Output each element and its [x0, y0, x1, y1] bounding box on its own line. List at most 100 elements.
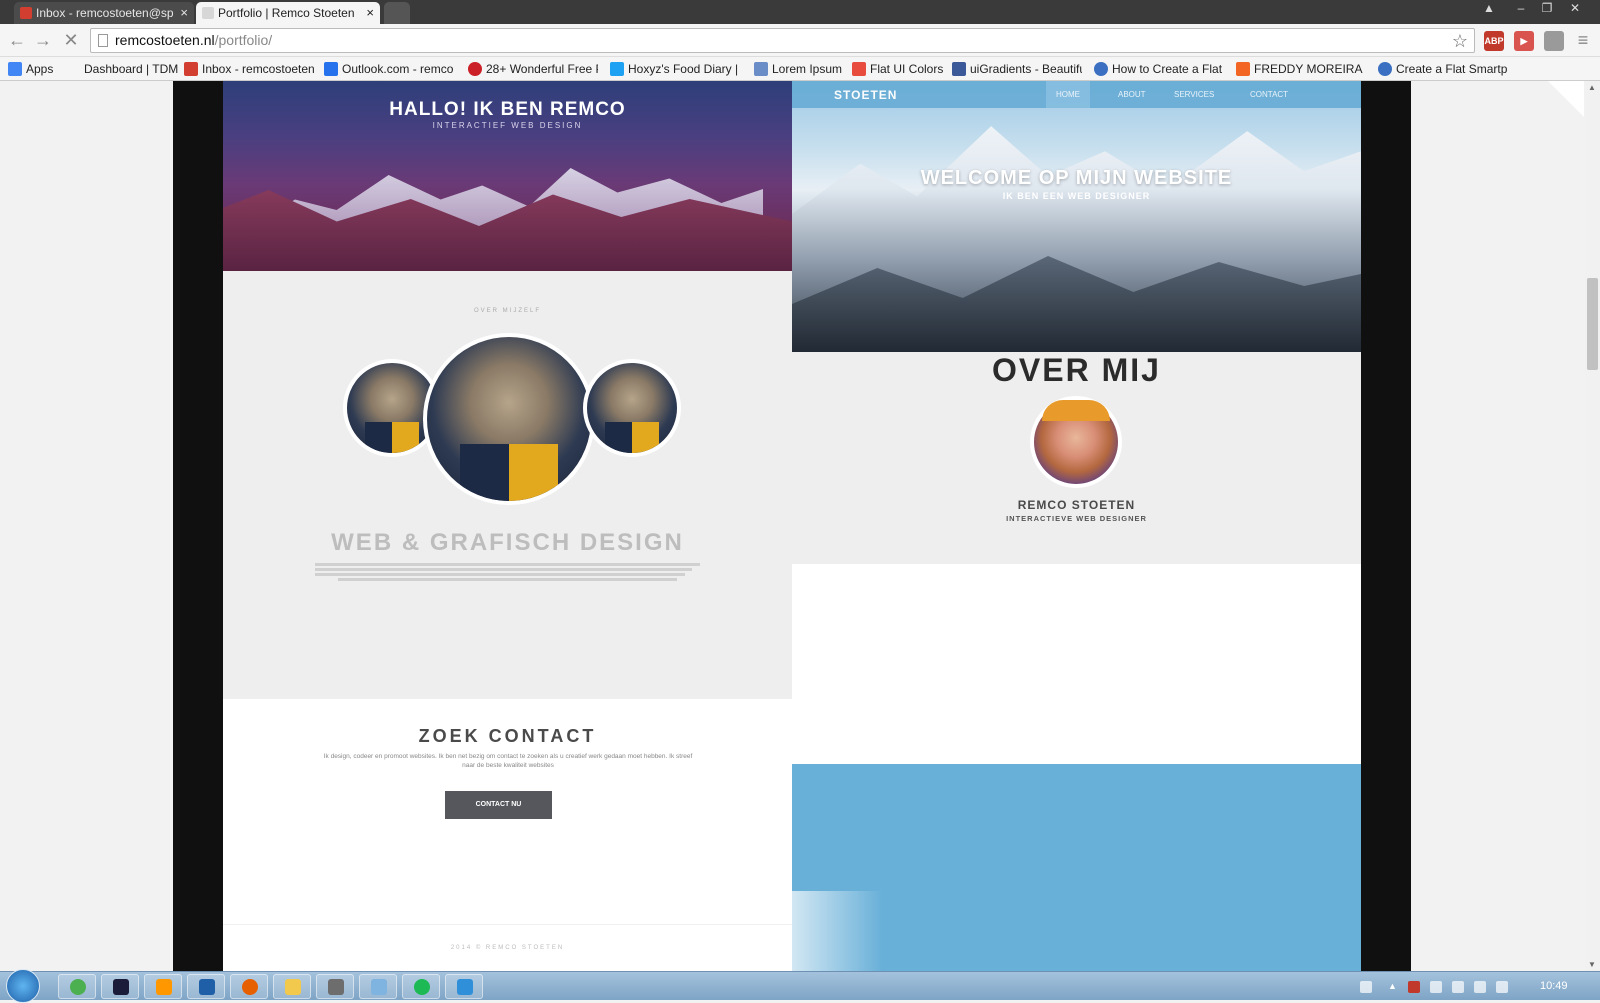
url-path: /portfolio/ — [214, 32, 273, 48]
profile-photo-small-right — [583, 359, 681, 457]
stop-icon[interactable]: ✕ — [60, 30, 82, 52]
bookmark-smartphone[interactable]: Create a Flat Smartph — [1378, 61, 1508, 77]
page-icon — [66, 62, 80, 76]
show-hidden-icons[interactable]: ▲ — [1388, 981, 1400, 993]
close-tab-icon[interactable]: × — [180, 2, 188, 24]
tab-portfolio[interactable]: Portfolio | Remco Stoeten × — [196, 2, 380, 24]
brand-logo[interactable]: STOETEN — [834, 88, 897, 102]
bookmark-lorem[interactable]: Lorem Ipsum — [754, 61, 844, 77]
copyright: 2014 © REMCO STOETEN — [450, 945, 565, 951]
profile-icon[interactable]: ▲ — [1476, 0, 1502, 18]
bookmark-outlook[interactable]: Outlook.com - remco — [324, 61, 454, 77]
bookmark-freddy[interactable]: FREDDY MOREIRA - N — [1236, 61, 1364, 77]
bookmark-pinterest[interactable]: 28+ Wonderful Free P — [468, 61, 598, 77]
page-corner-fold — [1548, 81, 1584, 117]
firefox-taskbar-button[interactable] — [230, 974, 268, 999]
light-glow — [792, 891, 882, 971]
explorer-icon — [285, 979, 301, 995]
youtube-icon[interactable]: ▶ — [1514, 31, 1534, 51]
calculator-taskbar-button[interactable] — [316, 974, 354, 999]
scroll-down-icon[interactable]: ▼ — [1588, 960, 1596, 969]
settings-icon[interactable] — [1452, 981, 1464, 993]
nav-services[interactable]: SERVICES — [1164, 81, 1224, 108]
keyboard-icon[interactable] — [1360, 981, 1372, 993]
paint-taskbar-button[interactable] — [359, 974, 397, 999]
paint-icon — [371, 979, 387, 995]
back-icon[interactable]: ← — [6, 30, 28, 52]
windows-icon[interactable] — [1430, 981, 1442, 993]
blue-section — [792, 764, 1361, 971]
spotify-taskbar-button[interactable] — [402, 974, 440, 999]
chrome-icon — [70, 979, 86, 995]
bookmark-flat-tutorial[interactable]: How to Create a Flat — [1094, 61, 1224, 77]
contact-now-button[interactable]: CONTACT NU — [445, 791, 552, 819]
batman-icon — [113, 979, 129, 995]
sublime-icon — [156, 979, 172, 995]
restore-button[interactable]: ❐ — [1534, 0, 1560, 18]
page-scrollbar[interactable]: ▲ ▼ — [1585, 81, 1600, 971]
avatar — [1030, 396, 1122, 488]
lorem-text-block — [315, 563, 700, 583]
pinterest-icon — [468, 62, 482, 76]
outlook-icon — [324, 62, 338, 76]
tab-title: Portfolio | Remco Stoeten — [218, 6, 355, 20]
nav-contact[interactable]: CONTACT — [1240, 81, 1298, 108]
scroll-up-icon[interactable]: ▲ — [1588, 83, 1596, 92]
welcome-subtitle: IK BEN EEN WEB DESIGNER — [1002, 191, 1151, 201]
contact-section: ZOEK CONTACT Ik design, codeer en promoo… — [223, 699, 792, 924]
contact-text: Ik design, codeer en promoot websites. I… — [323, 753, 693, 769]
nav-home[interactable]: HOME — [1046, 81, 1090, 108]
menu-icon[interactable]: ≡ — [1572, 30, 1594, 52]
gmail-icon — [20, 7, 32, 19]
new-tab-button[interactable] — [384, 2, 410, 24]
chrome-taskbar-button[interactable] — [58, 974, 96, 999]
hero-subtitle: INTERACTIEF WEB DESIGN — [432, 121, 583, 130]
bookmark-apps[interactable]: Apps — [8, 61, 68, 77]
flat-ui-icon — [852, 62, 866, 76]
about-section-right: OVER MIJ REMCO STOETEN INTERACTIEVE WEB … — [792, 352, 1361, 564]
nav-about[interactable]: ABOUT — [1108, 81, 1156, 108]
bookmark-flat-ui[interactable]: Flat UI Colors — [852, 61, 944, 77]
close-window-button[interactable]: ✕ — [1562, 0, 1588, 18]
batman-taskbar-button[interactable] — [101, 974, 139, 999]
contact-title: ZOEK CONTACT — [418, 726, 597, 746]
photoshop-taskbar-button[interactable] — [187, 974, 225, 999]
tab-inbox[interactable]: Inbox - remcostoeten@sp × — [14, 2, 194, 24]
start-button[interactable] — [6, 969, 40, 1003]
minimize-button[interactable]: – — [1508, 0, 1534, 18]
clock[interactable]: 10:49 — [1540, 980, 1568, 992]
extension-icon[interactable] — [1544, 31, 1564, 51]
bookmark-star-icon[interactable]: ☆ — [1452, 30, 1468, 53]
flag-icon[interactable] — [1408, 981, 1420, 993]
firefox-icon — [242, 979, 258, 995]
bookmark-uigradients[interactable]: uiGradients - Beautifu — [952, 61, 1082, 77]
close-tab-icon[interactable]: × — [366, 2, 374, 24]
adblock-icon[interactable]: ABP — [1484, 31, 1504, 51]
section-heading: WEB & GRAFISCH DESIGN — [331, 529, 684, 556]
profile-name: REMCO STOETEN — [1017, 498, 1136, 512]
welcome-title: WELCOME OP MIJN WEBSITE — [920, 167, 1233, 189]
page-icon — [98, 34, 108, 47]
bookmark-dashboard[interactable]: Dashboard | TDM — [66, 61, 178, 77]
about-label: OVER MIJZELF — [473, 308, 541, 314]
hero-title: HALLO! IK BEN REMCO — [389, 99, 626, 120]
forward-icon[interactable]: → — [32, 30, 54, 52]
bookmark-inbox[interactable]: Inbox - remcostoeten — [184, 61, 314, 77]
network-icon[interactable] — [1474, 981, 1486, 993]
lync-taskbar-button[interactable] — [445, 974, 483, 999]
apps-grid-icon — [8, 62, 22, 76]
x-icon — [610, 62, 624, 76]
mockup-right: STOETEN HOME ABOUT SERVICES CONTACT WELC… — [792, 81, 1361, 971]
sublime-taskbar-button[interactable] — [144, 974, 182, 999]
address-bar[interactable]: remcostoeten.nl/portfolio/ ☆ — [90, 28, 1475, 53]
volume-icon[interactable] — [1496, 981, 1508, 993]
tutsplus-icon — [1378, 62, 1392, 76]
about-title: OVER MIJ — [992, 352, 1161, 388]
spotify-icon — [414, 979, 430, 995]
explorer-taskbar-button[interactable] — [273, 974, 311, 999]
hero-right: STOETEN HOME ABOUT SERVICES CONTACT WELC… — [792, 81, 1361, 352]
tab-title: Inbox - remcostoeten@sp — [36, 6, 174, 20]
about-section-left: OVER MIJZELF WEB & GRAFISCH DESIGN — [223, 271, 792, 699]
bookmark-food-diary[interactable]: Hoxyz's Food Diary | N — [610, 61, 742, 77]
scrollbar-thumb[interactable] — [1587, 278, 1598, 370]
